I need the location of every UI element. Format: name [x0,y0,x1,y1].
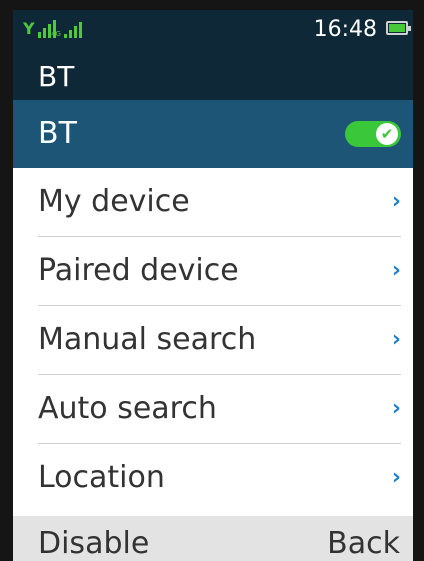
page-title: BT [38,60,75,93]
chevron-right-icon: › [391,465,401,490]
status-clock: 16:48 [313,17,377,42]
signal-bars-4g-icon: 4G [51,18,82,38]
status-bar: Y 4G 16:48 [13,10,413,50]
menu-item-label: Paired device [38,253,239,288]
menu-item-label: Location [38,460,165,495]
softkey-disable[interactable]: Disable [38,526,149,561]
bt-toggle-row[interactable]: BT ✔ [13,100,413,168]
bt-toggle-label: BT [38,116,77,151]
menu-item-location[interactable]: Location › [13,444,413,513]
bt-toggle-switch[interactable]: ✔ [345,121,401,147]
battery-full-icon [386,21,411,35]
chevron-right-icon: › [391,327,401,352]
screen-header: BT [13,50,413,100]
menu-item-paired-device[interactable]: Paired device › [13,237,413,306]
phone-screen: Y 4G 16:48 BT BT ✔ My device › Paired de… [13,10,413,561]
softkey-back[interactable]: Back [327,526,400,561]
device-frame: Y 4G 16:48 BT BT ✔ My device › Paired de… [0,0,424,561]
softkey-bar: Disable Back [13,516,413,561]
menu-item-label: My device [38,184,190,219]
network-type-label: 4G [51,30,61,38]
chevron-right-icon: › [391,396,401,421]
chevron-right-icon: › [391,189,401,214]
checkmark-icon: ✔ [376,123,398,145]
menu-item-label: Auto search [38,391,217,426]
menu-item-my-device[interactable]: My device › [13,168,413,237]
chevron-right-icon: › [391,258,401,283]
menu-item-auto-search[interactable]: Auto search › [13,375,413,444]
menu-item-manual-search[interactable]: Manual search › [13,306,413,375]
bt-menu-list: My device › Paired device › Manual searc… [13,168,413,513]
menu-item-label: Manual search [38,322,257,357]
